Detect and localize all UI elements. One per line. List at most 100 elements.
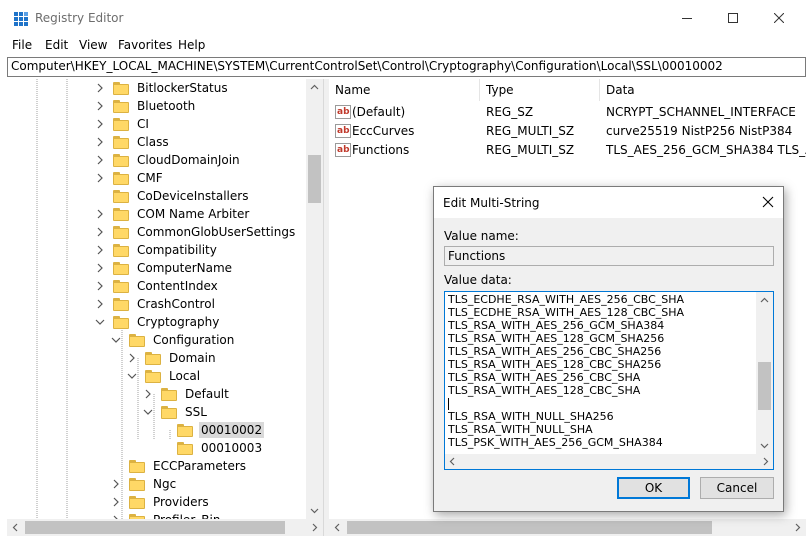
tree-item[interactable]: Default	[143, 385, 231, 403]
folder-icon	[129, 459, 145, 473]
list-row[interactable]: ab EccCurves REG_MULTI_SZ curve25519 Nis…	[329, 122, 806, 141]
tree-item[interactable]: Local	[127, 367, 202, 385]
folder-icon	[161, 387, 177, 401]
tree-item[interactable]: ComputerName	[95, 259, 234, 277]
value-data-textarea[interactable]: TLS_ECDHE_RSA_WITH_AES_256_CBC_SHA TLS_EC…	[444, 291, 774, 470]
value-name: Functions	[352, 143, 410, 157]
minimize-button[interactable]	[664, 0, 710, 36]
folder-icon-body	[113, 119, 129, 131]
column-type-header[interactable]: Type	[480, 79, 600, 101]
tree-item[interactable]: ECCParameters	[111, 457, 248, 475]
tree-item[interactable]: Configuration	[111, 331, 236, 349]
value-data-line: TLS_RSA_WITH_AES_128_CBC_SHA	[448, 384, 641, 397]
folder-icon-body	[129, 335, 145, 347]
tree-item[interactable]: CMF	[95, 169, 165, 187]
value-data-line: TLS_ECDHE_RSA_WITH_AES_256_CBC_SHA	[448, 293, 685, 306]
tree-item[interactable]: CrashControl	[95, 295, 217, 313]
values-horizontal-scrollbar[interactable]	[329, 519, 806, 536]
chevron-right-icon[interactable]	[95, 155, 105, 165]
value-data-line	[448, 397, 756, 410]
folder-icon	[129, 477, 145, 491]
folder-icon	[145, 351, 161, 365]
ok-button[interactable]: OK	[617, 477, 690, 499]
chevron-right-icon[interactable]	[95, 209, 105, 219]
value-type: REG_MULTI_SZ	[486, 143, 575, 157]
address-bar[interactable]: Computer\HKEY_LOCAL_MACHINE\SYSTEM\Curre…	[7, 57, 806, 77]
title-bar: Registry Editor	[0, 0, 806, 36]
chevron-right-icon[interactable]	[95, 227, 105, 237]
values-hscroll-thumb[interactable]	[347, 521, 712, 534]
tree-item[interactable]: CI	[95, 115, 151, 133]
list-row[interactable]: ab Functions REG_MULTI_SZ TLS_AES_256_GC…	[329, 141, 806, 160]
value-name: EccCurves	[352, 124, 415, 138]
menu-edit[interactable]: Edit	[45, 38, 68, 52]
scroll-right-icon	[763, 457, 769, 466]
chevron-down-icon[interactable]	[111, 335, 121, 345]
folder-icon-body	[177, 425, 193, 437]
chevron-right-icon[interactable]	[111, 497, 121, 507]
chevron-right-icon[interactable]	[95, 101, 105, 111]
tree-horizontal-scrollbar[interactable]	[7, 519, 323, 536]
chevron-right-icon[interactable]	[95, 137, 105, 147]
folder-icon	[129, 495, 145, 509]
tree-hscroll-thumb[interactable]	[25, 521, 285, 534]
chevron-down-icon[interactable]	[143, 407, 153, 417]
menu-file[interactable]: File	[12, 38, 32, 52]
column-data-header[interactable]: Data	[600, 79, 806, 101]
dialog-title-bar: Edit Multi-String	[434, 187, 783, 218]
chevron-right-icon[interactable]	[95, 245, 105, 255]
tree-item[interactable]: Compatibility	[95, 241, 219, 259]
tree-item[interactable]: Cryptography	[95, 313, 221, 331]
value-data-vertical-scrollbar[interactable]	[756, 292, 773, 454]
chevron-right-icon[interactable]	[95, 299, 105, 309]
menu-view[interactable]: View	[79, 38, 107, 52]
folder-icon	[113, 117, 129, 131]
menu-favorites[interactable]: Favorites	[118, 38, 172, 52]
scroll-left-icon	[12, 523, 18, 532]
chevron-right-icon[interactable]	[95, 83, 105, 93]
tree-item[interactable]: Providers	[111, 493, 211, 511]
chevron-right-icon[interactable]	[95, 119, 105, 129]
value-data: TLS_AES_256_GCM_SHA384 TLS_AES_	[606, 143, 806, 157]
value-name-field: Functions	[444, 246, 774, 266]
tree-item[interactable]: 00010003	[159, 439, 264, 457]
chevron-right-icon[interactable]	[111, 479, 121, 489]
value-data-line: TLS_ECDHE_RSA_WITH_AES_128_CBC_SHA	[448, 306, 685, 319]
tree-item[interactable]: CloudDomainJoin	[95, 151, 242, 169]
menu-bar: File Edit View Favorites Help	[0, 36, 806, 56]
tree-item-label: ComputerName	[137, 261, 233, 275]
dialog-close-icon[interactable]	[761, 195, 775, 209]
key-tree[interactable]: BitlockerStatus Bluetooth CI Class CloudDoma…	[7, 79, 323, 519]
tree-item[interactable]: Domain	[127, 349, 218, 367]
tree-item[interactable]: BitlockerStatus	[95, 79, 230, 97]
chevron-right-icon[interactable]	[127, 353, 137, 363]
chevron-right-icon[interactable]	[143, 389, 153, 399]
column-name-header[interactable]: Name	[329, 79, 480, 101]
chevron-down-icon[interactable]	[127, 371, 137, 381]
cancel-button[interactable]: Cancel	[700, 477, 774, 499]
tree-scroll-thumb[interactable]	[308, 155, 321, 203]
list-row[interactable]: ab (Default) REG_SZ NCRYPT_SCHANNEL_INTE…	[329, 103, 806, 122]
tree-item[interactable]: Profiler_Bin	[111, 511, 222, 519]
tree-item[interactable]: Ngc	[111, 475, 178, 493]
scroll-right-icon	[312, 523, 318, 532]
menu-help[interactable]: Help	[178, 38, 205, 52]
tree-item[interactable]: COM Name Arbiter	[95, 205, 251, 223]
chevron-down-icon[interactable]	[95, 317, 105, 327]
tree-vertical-scrollbar[interactable]	[306, 79, 323, 519]
value-data-horizontal-scrollbar[interactable]	[445, 454, 773, 469]
maximize-button[interactable]	[710, 0, 756, 36]
tree-item[interactable]: Bluetooth	[95, 97, 197, 115]
registry-editor-icon	[14, 12, 28, 26]
tree-item[interactable]: SSL	[143, 403, 209, 421]
tree-item[interactable]: Class	[95, 133, 171, 151]
chevron-right-icon[interactable]	[95, 173, 105, 183]
value-data-scroll-thumb[interactable]	[758, 362, 771, 410]
chevron-right-icon[interactable]	[95, 263, 105, 273]
tree-item[interactable]: CoDeviceInstallers	[95, 187, 250, 205]
tree-item[interactable]: ContentIndex	[95, 277, 220, 295]
close-button[interactable]	[756, 0, 802, 36]
tree-item[interactable]: 00010002	[159, 421, 265, 439]
chevron-right-icon[interactable]	[95, 281, 105, 291]
tree-item[interactable]: CommonGlobUserSettings	[95, 223, 297, 241]
